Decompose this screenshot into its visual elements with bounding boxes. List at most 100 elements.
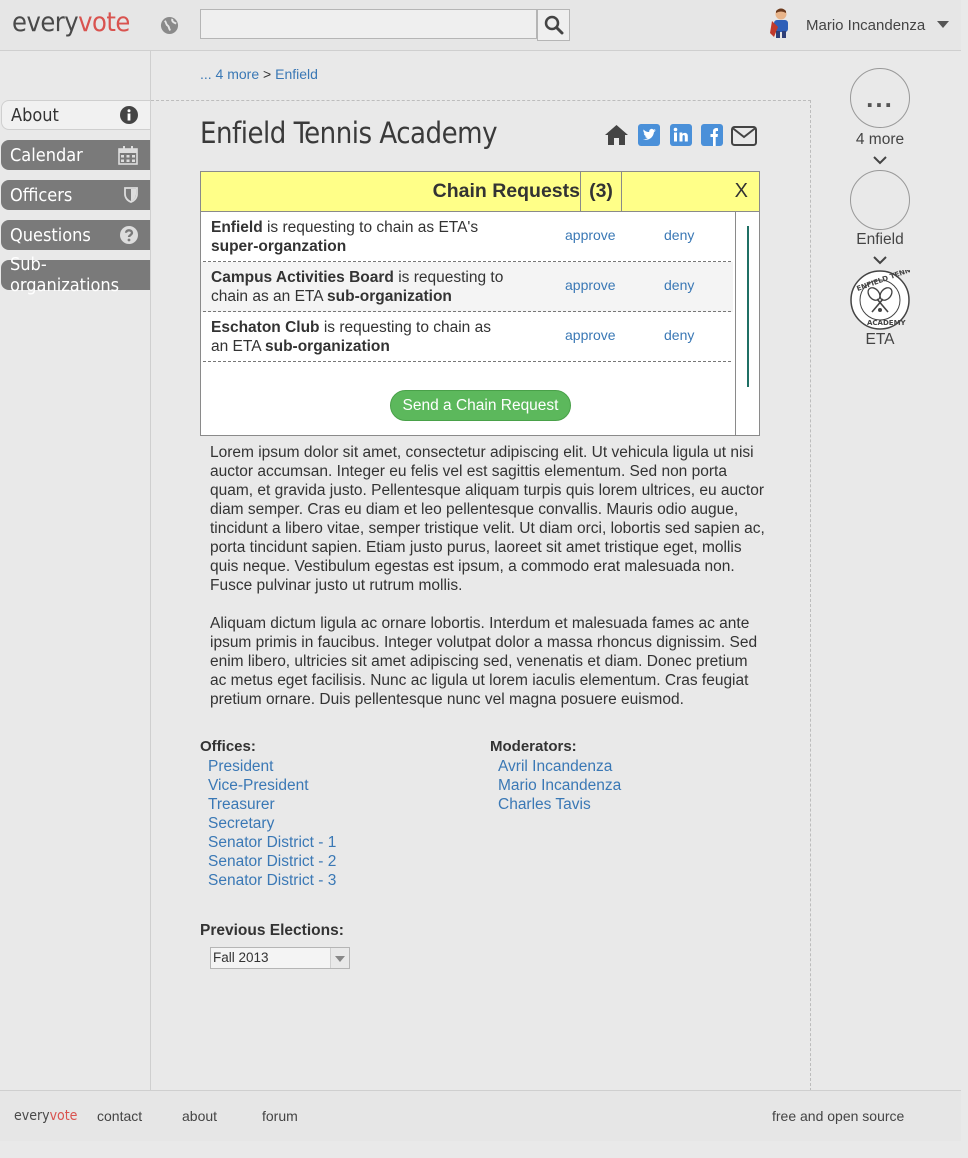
previous-elections-select[interactable]: Fall 2013 <box>210 947 350 969</box>
sidebar-item-label: Officers <box>10 184 73 206</box>
user-name: Mario Incandenza <box>806 16 926 34</box>
footer-open-source[interactable]: free and open source <box>772 1108 904 1124</box>
chevron-down-icon <box>873 252 887 270</box>
office-link[interactable]: Vice-President <box>208 776 336 795</box>
page-title: Enfield Tennis Academy <box>200 116 498 150</box>
breadcrumb-more[interactable]: ... 4 more <box>200 66 259 82</box>
previous-elections-heading: Previous Elections: <box>200 922 344 939</box>
sidebar-item-questions[interactable]: Questions <box>1 220 150 250</box>
logo-vote: vote <box>78 7 130 38</box>
shield-icon <box>124 187 138 203</box>
office-link[interactable]: Treasurer <box>208 795 336 814</box>
office-link[interactable]: Senator District - 1 <box>208 833 336 852</box>
home-icon[interactable] <box>604 124 629 151</box>
breadcrumb-separator: > <box>263 66 272 82</box>
ellipsis-icon: ... <box>866 83 894 113</box>
modal-title: Chain Requests <box>432 180 580 202</box>
chain-request-row: Campus Activities Board is requesting to… <box>201 262 733 312</box>
scrollbar[interactable] <box>747 226 749 387</box>
chain-request-row: Enfield is requesting to chain as ETA's … <box>201 212 733 262</box>
sidebar-item-label: Calendar <box>10 144 83 166</box>
avatar <box>768 7 794 44</box>
moderator-link[interactable]: Avril Incandenza <box>498 757 621 776</box>
chain-request-row: Eschaton Club is requesting to chain as … <box>201 312 733 362</box>
office-link[interactable]: Senator District - 2 <box>208 852 336 871</box>
approve-link[interactable]: approve <box>565 227 616 243</box>
sidebar-item-label: About <box>11 104 59 126</box>
twitter-icon[interactable] <box>638 124 660 151</box>
office-link[interactable]: Senator District - 3 <box>208 871 336 890</box>
request-count-badge: (3) <box>580 172 622 211</box>
breadcrumb-current[interactable]: Enfield <box>275 66 318 82</box>
search-button[interactable] <box>537 9 570 41</box>
moderator-link[interactable]: Charles Tavis <box>498 795 621 814</box>
footer-logo-every: every <box>14 1108 50 1124</box>
info-icon <box>120 106 138 124</box>
request-text: Campus Activities Board is requesting to… <box>211 268 521 306</box>
offices-heading: Offices: <box>200 738 256 755</box>
svg-text:ACADEMY: ACADEMY <box>867 319 907 327</box>
description-paragraph-1: Lorem ipsum dolor sit amet, consectetur … <box>210 444 765 594</box>
moderators-heading: Moderators: <box>490 738 577 755</box>
top-bar: everyvote Mario Incandenza <box>0 0 961 51</box>
deny-link[interactable]: deny <box>664 227 694 243</box>
close-button[interactable]: X <box>735 172 748 211</box>
moderator-link[interactable]: Mario Incandenza <box>498 776 621 795</box>
globe-icon[interactable] <box>160 16 179 40</box>
sidebar-item-sub-organizations[interactable]: Sub-organizations <box>1 254 150 296</box>
footer-link-contact[interactable]: contact <box>97 1108 142 1124</box>
request-relation: super-organzation <box>211 238 347 255</box>
send-chain-request-button[interactable]: Send a Chain Request <box>390 390 571 421</box>
description-paragraph-2: Aliquam dictum ligula ac ornare lobortis… <box>210 615 758 708</box>
offices-list: President Vice-President Treasurer Secre… <box>208 757 336 890</box>
scroll-track <box>735 212 736 436</box>
office-link[interactable]: President <box>208 757 336 776</box>
request-org-name: Campus Activities Board <box>211 269 394 286</box>
search-icon <box>544 15 563 35</box>
search-input[interactable] <box>200 9 537 39</box>
request-relation: sub-organization <box>265 338 390 355</box>
question-icon <box>120 226 138 244</box>
chevron-down-icon <box>330 948 349 968</box>
chain-requests-modal: Chain Requests (3) X Enfield is requesti… <box>200 171 760 436</box>
request-text: Eschaton Club is requesting to chain as … <box>211 318 491 356</box>
request-org-name: Enfield <box>211 219 263 236</box>
sidebar-item-about[interactable]: About <box>1 100 150 130</box>
footer-logo[interactable]: everyvote <box>14 1108 77 1124</box>
approve-link[interactable]: approve <box>565 277 616 293</box>
current-org-label: ETA <box>865 331 895 348</box>
chevron-down-icon <box>873 152 887 170</box>
eta-seal-logo[interactable]: ENFIELD TENNIS ACADEMY <box>850 263 919 335</box>
facebook-icon[interactable] <box>701 124 723 151</box>
calendar-icon <box>118 145 138 165</box>
request-message: is requesting to chain as ETA's <box>262 219 479 236</box>
office-link[interactable]: Secretary <box>208 814 336 833</box>
footer: everyvote contact about forum free and o… <box>0 1090 961 1141</box>
request-org-name: Eschaton Club <box>211 319 320 336</box>
parent-org-circle[interactable] <box>850 170 910 230</box>
sidebar-item-label: Sub-organizations <box>10 254 120 296</box>
footer-link-about[interactable]: about <box>182 1108 217 1124</box>
logo[interactable]: everyvote <box>12 7 130 38</box>
modal-header: Chain Requests (3) X <box>201 172 759 212</box>
linkedin-icon[interactable] <box>670 124 692 151</box>
request-text: Enfield is requesting to chain as ETA's … <box>211 218 521 256</box>
parent-org-label[interactable]: Enfield <box>840 231 920 249</box>
sidebar-item-label: Questions <box>10 224 91 246</box>
footer-logo-vote: vote <box>49 1108 78 1124</box>
email-icon[interactable] <box>731 126 757 151</box>
sidebar-item-calendar[interactable]: Calendar <box>1 140 150 170</box>
deny-link[interactable]: deny <box>664 277 694 293</box>
previous-elections-selected: Fall 2013 <box>213 950 269 965</box>
sidebar-item-officers[interactable]: Officers <box>1 180 150 210</box>
logo-every: every <box>12 7 79 38</box>
approve-link[interactable]: approve <box>565 327 616 343</box>
deny-link[interactable]: deny <box>664 327 694 343</box>
request-relation: sub-organization <box>327 288 452 305</box>
moderators-list: Avril Incandenza Mario Incandenza Charle… <box>498 757 621 814</box>
row-divider <box>203 361 731 362</box>
chevron-down-icon <box>937 16 950 34</box>
footer-link-forum[interactable]: forum <box>262 1108 298 1124</box>
user-menu[interactable]: Mario Incandenza <box>768 7 950 44</box>
more-orgs-label[interactable]: 4 more <box>840 131 920 149</box>
